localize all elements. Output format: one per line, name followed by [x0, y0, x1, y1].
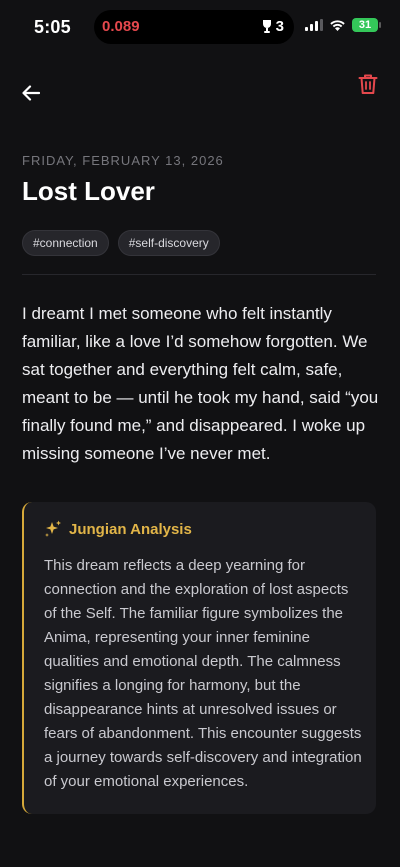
analysis-card: Jungian Analysis This dream reflects a d…: [22, 502, 376, 814]
analysis-title: Jungian Analysis: [69, 520, 192, 538]
analysis-body: This dream reflects a deep yearning for …: [44, 557, 362, 790]
battery-icon: 31: [352, 18, 381, 32]
wifi-icon: [330, 20, 345, 31]
tag-list: #connection #self-discovery: [22, 230, 220, 256]
trophy-icon: [262, 19, 271, 33]
entry-date: FRIDAY, FEBRUARY 13, 2026: [22, 153, 224, 168]
back-button[interactable]: [18, 80, 44, 106]
island-count: 3: [275, 18, 284, 35]
island-activity: 3: [261, 18, 284, 35]
delete-button[interactable]: [358, 73, 380, 97]
divider: [22, 274, 376, 275]
signal-icon: [305, 19, 323, 31]
sparkles-icon: [45, 520, 61, 537]
dynamic-island[interactable]: 0.089 3: [94, 10, 294, 44]
status-bar: 5:05 0.089 3 31: [0, 0, 400, 56]
arrow-left-icon: [22, 85, 40, 101]
status-time: 5:05: [34, 17, 71, 37]
island-value: 0.089: [102, 18, 140, 35]
entry-title: Lost Lover: [22, 176, 155, 206]
trash-icon: [358, 74, 378, 94]
analysis-header: Jungian Analysis: [44, 520, 192, 538]
battery-level: 31: [358, 19, 372, 31]
tag-chip[interactable]: #self-discovery: [117, 230, 220, 256]
dream-description: I dreamt I met someone who felt instantl…: [22, 304, 379, 463]
tag-chip[interactable]: #connection: [22, 230, 109, 256]
status-icons: 31: [305, 18, 381, 32]
